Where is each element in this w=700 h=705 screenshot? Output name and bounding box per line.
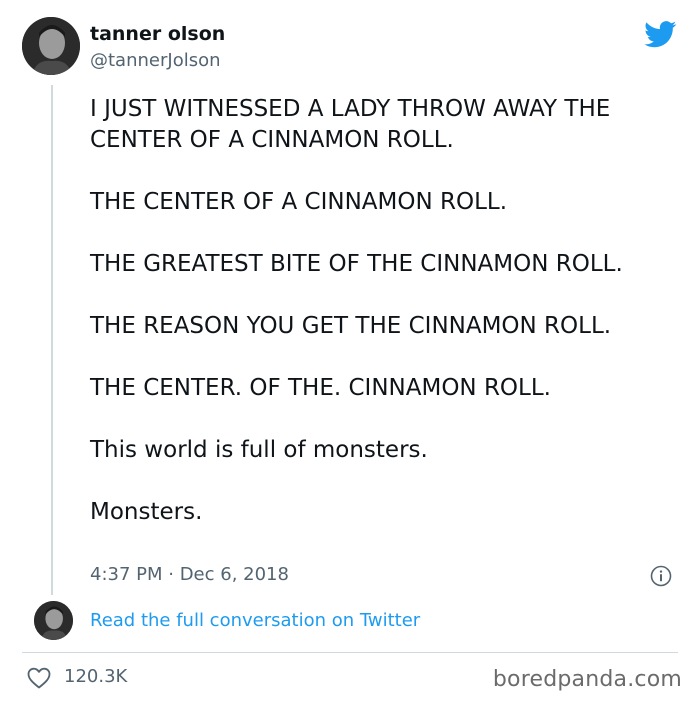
- watermark: boredpanda.com: [492, 667, 682, 692]
- tweet-paragraph: THE REASON YOU GET THE CINNAMON ROLL.: [90, 313, 612, 339]
- tweet-paragraph: I JUST WITNESSED A LADY THROW AWAY THE C…: [90, 96, 611, 153]
- twitter-bird-icon[interactable]: [644, 21, 677, 48]
- author-name[interactable]: tanner olson: [90, 23, 225, 45]
- heart-icon[interactable]: [27, 667, 51, 689]
- read-conversation-link[interactable]: Read the full conversation on Twitter: [90, 610, 420, 631]
- tweet-timestamp[interactable]: 4:37 PM · Dec 6, 2018: [90, 564, 289, 585]
- tweet-paragraph: THE GREATEST BITE OF THE CINNAMON ROLL.: [90, 251, 623, 277]
- info-icon[interactable]: [650, 565, 672, 587]
- tweet-paragraph: This world is full of monsters.: [90, 437, 428, 463]
- divider: [22, 652, 678, 653]
- tweet-paragraph: THE CENTER. OF THE. CINNAMON ROLL.: [90, 375, 551, 401]
- conversation-avatar[interactable]: [34, 601, 73, 640]
- tweet-text: I JUST WITNESSED A LADY THROW AWAY THE C…: [90, 94, 680, 528]
- thread-line: [51, 85, 53, 595]
- tweet-paragraph: Monsters.: [90, 499, 203, 525]
- tweet-paragraph: THE CENTER OF A CINNAMON ROLL.: [90, 189, 508, 215]
- author-avatar[interactable]: [22, 17, 80, 75]
- author-handle[interactable]: @tannerJolson: [90, 50, 221, 71]
- like-count[interactable]: 120.3K: [64, 666, 127, 687]
